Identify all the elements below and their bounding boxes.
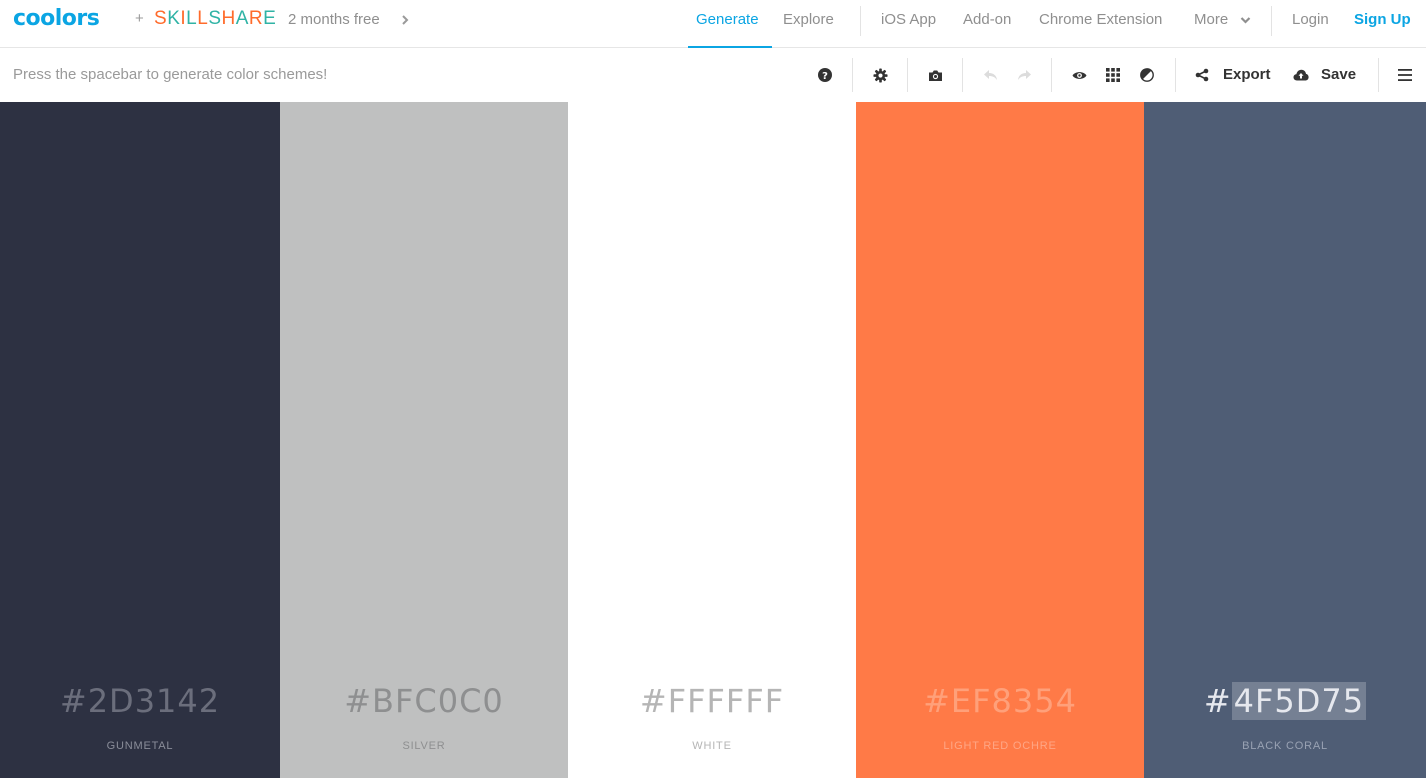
color-swatch[interactable]: #EF8354 LIGHT RED OCHRE xyxy=(856,102,1144,778)
hex-value[interactable]: FFFFFF xyxy=(668,682,784,720)
save-button[interactable]: Save xyxy=(1321,66,1356,83)
plus-sign: + xyxy=(135,10,144,27)
divider xyxy=(1051,58,1052,92)
hex-code[interactable]: #2D3142 xyxy=(0,682,280,720)
hex-prefix: # xyxy=(344,682,373,720)
hex-code[interactable]: #4F5D75 xyxy=(1144,682,1426,720)
color-swatch[interactable]: #2D3142 GUNMETAL xyxy=(0,102,280,778)
hex-value[interactable]: 2D3142 xyxy=(88,682,220,720)
camera-icon[interactable] xyxy=(925,65,945,85)
sign-up-link[interactable]: Sign Up xyxy=(1354,11,1411,28)
divider xyxy=(1175,58,1176,92)
color-name: BLACK CORAL xyxy=(1242,740,1328,752)
divider xyxy=(1378,58,1379,92)
divider xyxy=(907,58,908,92)
color-swatch[interactable]: #FFFFFF WHITE xyxy=(568,102,856,778)
redo-icon[interactable] xyxy=(1014,65,1034,85)
export-button[interactable]: Export xyxy=(1223,66,1271,83)
nav-explore[interactable]: Explore xyxy=(783,11,834,28)
hex-prefix: # xyxy=(1203,682,1232,720)
menu-icon[interactable] xyxy=(1395,65,1415,85)
skillshare-letter: L xyxy=(186,8,198,29)
color-name: SILVER xyxy=(402,740,446,752)
divider xyxy=(852,58,853,92)
skillshare-letter: L xyxy=(197,8,209,29)
chevron-down-icon[interactable] xyxy=(1240,15,1251,25)
nav-more[interactable]: More xyxy=(1194,11,1228,28)
divider xyxy=(962,58,963,92)
hex-code[interactable]: #FFFFFF xyxy=(568,682,856,720)
skillshare-letter: K xyxy=(167,8,181,29)
divider xyxy=(860,6,861,36)
share-icon[interactable] xyxy=(1192,65,1212,85)
nav-add-on[interactable]: Add-on xyxy=(963,11,1011,28)
chevron-right-icon[interactable] xyxy=(400,14,410,26)
login-link[interactable]: Login xyxy=(1292,11,1329,28)
color-name: WHITE xyxy=(692,740,732,752)
skillshare-letter: H xyxy=(221,8,236,29)
color-name: LIGHT RED OCHRE xyxy=(943,740,1057,752)
skillshare-letter: S xyxy=(208,8,222,29)
view-icon[interactable] xyxy=(1069,65,1089,85)
skillshare-letter: A xyxy=(235,8,249,29)
grid-icon[interactable] xyxy=(1103,65,1123,85)
skillshare-logo[interactable]: SKILLSHARE xyxy=(154,8,276,30)
hex-prefix: # xyxy=(59,682,88,720)
hex-prefix: # xyxy=(923,682,951,720)
hex-prefix: # xyxy=(639,682,668,720)
skillshare-letter: E xyxy=(263,8,277,29)
settings-icon[interactable] xyxy=(870,65,890,85)
hex-value[interactable]: EF8354 xyxy=(951,682,1077,720)
color-palette: #2D3142 GUNMETAL #BFC0C0 SILVER #FFFFFF … xyxy=(0,102,1426,778)
help-icon[interactable]: ? xyxy=(815,65,835,85)
skillshare-letter: S xyxy=(154,8,168,29)
adjust-icon[interactable] xyxy=(1137,65,1157,85)
toolbar: Press the spacebar to generate color sch… xyxy=(0,48,1426,102)
nav-ios-app[interactable]: iOS App xyxy=(881,11,936,28)
svg-text:?: ? xyxy=(822,71,828,82)
promo-text[interactable]: 2 months free xyxy=(288,11,380,28)
undo-icon[interactable] xyxy=(980,65,1000,85)
cloud-upload-icon[interactable] xyxy=(1291,65,1311,85)
top-nav: coolors + SKILLSHARE 2 months free Gener… xyxy=(0,0,1426,48)
nav-chrome-extension[interactable]: Chrome Extension xyxy=(1039,11,1162,28)
color-swatch[interactable]: #BFC0C0 SILVER xyxy=(280,102,568,778)
divider xyxy=(1271,6,1272,36)
hex-value[interactable]: BFC0C0 xyxy=(372,682,504,720)
hex-value[interactable]: 4F5D75 xyxy=(1231,682,1367,720)
hex-code[interactable]: #BFC0C0 xyxy=(280,682,568,720)
coolors-logo[interactable]: coolors xyxy=(13,6,100,32)
hex-code[interactable]: #EF8354 xyxy=(856,682,1144,720)
spacebar-hint: Press the spacebar to generate color sch… xyxy=(13,66,328,83)
color-swatch[interactable]: #4F5D75 BLACK CORAL xyxy=(1144,102,1426,778)
color-name: GUNMETAL xyxy=(106,740,174,752)
nav-generate[interactable]: Generate xyxy=(696,11,759,28)
skillshare-letter: R xyxy=(248,8,264,29)
